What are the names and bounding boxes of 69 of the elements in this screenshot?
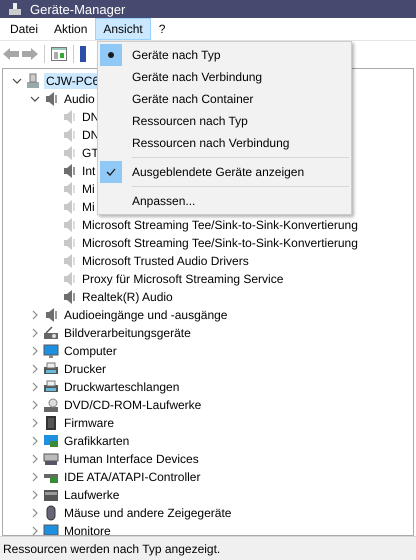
printer-icon [43, 361, 59, 377]
chevron-right-icon[interactable] [30, 490, 40, 500]
tree-item[interactable]: Drucker [62, 361, 108, 377]
back-arrow-icon[interactable] [3, 48, 19, 60]
drive-icon [43, 487, 59, 503]
tree-item[interactable]: Bildverarbeitungsgeräte [62, 325, 193, 341]
window-title: Geräte-Manager [30, 2, 126, 16]
menu-option[interactable]: Geräte nach Container [98, 88, 351, 110]
chevron-right-icon[interactable] [30, 418, 40, 428]
menu-option[interactable]: Geräte nach Typ [98, 44, 351, 66]
chevron-right-icon[interactable] [30, 382, 40, 392]
menu-item[interactable]: ? [150, 18, 174, 40]
properties-icon[interactable] [51, 46, 67, 60]
tree-item[interactable]: Human Interface Devices [62, 451, 201, 467]
tree-item[interactable]: Int [80, 163, 98, 179]
tree-item[interactable]: Mi [80, 181, 97, 197]
monitor-icon [43, 343, 59, 359]
tree-item[interactable]: Mäuse und andere Zeigegeräte [62, 505, 234, 521]
tree-item[interactable]: Microsoft Streaming Tee/Sink-to-Sink-Konvertierung [80, 217, 360, 233]
chevron-down-icon[interactable] [12, 76, 22, 86]
chevron-right-icon[interactable] [30, 400, 40, 410]
tree-item[interactable]: Realtek(R) Audio [80, 289, 175, 305]
keyboard-icon [43, 451, 59, 467]
menu-option[interactable]: Ausgeblendete Geräte anzeigen [98, 161, 351, 183]
tree-item[interactable]: Microsoft Trusted Audio Drivers [80, 253, 251, 269]
status-text: Ressourcen werden nach Typ angezeigt. [3, 540, 220, 558]
tree-item[interactable]: Druckwarteschlangen [62, 379, 182, 395]
chevron-right-icon[interactable] [30, 454, 40, 464]
computer-icon [8, 3, 22, 15]
menu-option[interactable]: Ressourcen nach Typ [98, 110, 351, 132]
tree-item[interactable]: Mi [80, 199, 97, 215]
tree-item[interactable]: IDE ATA/ATAPI-Controller [62, 469, 202, 485]
tree-item[interactable]: Firmware [62, 415, 116, 431]
tree-item[interactable]: Audio [62, 91, 97, 107]
speaker-icon [43, 307, 59, 323]
chevron-right-icon[interactable] [30, 508, 40, 518]
chip-icon [43, 415, 59, 431]
chevron-right-icon[interactable] [30, 328, 40, 338]
tree-item[interactable]: DVD/CD-ROM-Laufwerke [62, 397, 204, 413]
speaker-icon [43, 91, 59, 107]
tree-item[interactable]: Grafikkarten [62, 433, 132, 449]
camera-icon [43, 325, 59, 341]
bullet-icon [106, 50, 116, 60]
computer-icon [25, 73, 41, 89]
printer-icon [43, 379, 59, 395]
chevron-right-icon[interactable] [30, 346, 40, 356]
card-icon [43, 433, 59, 449]
tree-item[interactable]: Monitore [62, 523, 113, 535]
chevron-right-icon[interactable] [30, 526, 40, 535]
menu-item[interactable]: Datei [2, 18, 46, 40]
checkmark-icon [106, 167, 116, 177]
chevron-right-icon[interactable] [30, 436, 40, 446]
disc-icon [43, 397, 59, 413]
chevron-right-icon[interactable] [30, 472, 40, 482]
chevron-right-icon[interactable] [30, 310, 40, 320]
tree-item[interactable]: Audioeingänge und -ausgänge [62, 307, 230, 323]
tree-item[interactable]: Proxy für Microsoft Streaming Service [80, 271, 286, 287]
tree-item[interactable]: Microsoft Streaming Tee/Sink-to-Sink-Konvertierung [80, 235, 360, 251]
menu-item[interactable]: Ansicht [95, 18, 151, 40]
tree-item[interactable]: Laufwerke [62, 487, 122, 503]
chevron-right-icon[interactable] [30, 364, 40, 374]
tree-item[interactable]: GT [80, 145, 101, 161]
menu-option[interactable]: Anpassen... [98, 190, 351, 212]
chevron-down-icon[interactable] [30, 94, 40, 104]
tree-item[interactable]: Computer [62, 343, 119, 359]
forward-arrow-icon[interactable] [22, 48, 38, 60]
menu-item[interactable]: Aktion [46, 18, 96, 40]
toolbar-icon[interactable] [80, 46, 86, 62]
menu-option[interactable]: Ressourcen nach Verbindung [98, 132, 351, 154]
